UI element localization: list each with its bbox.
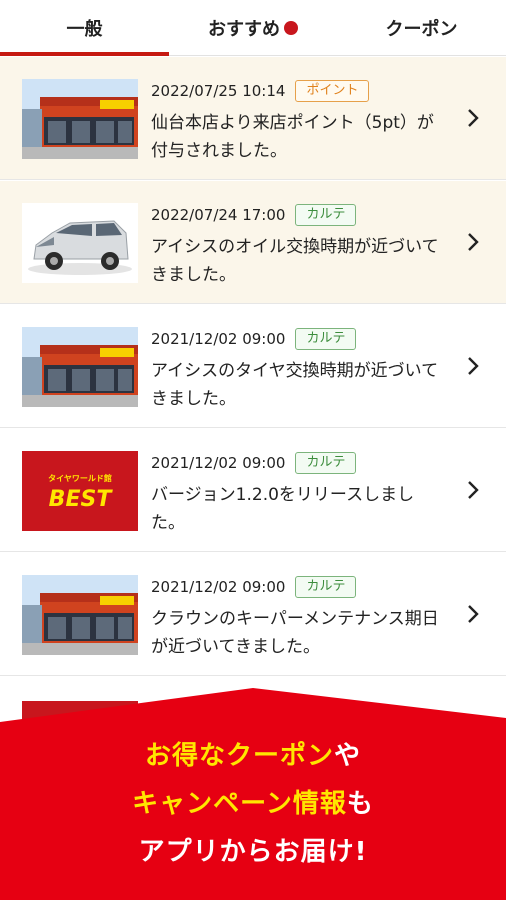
store-photo — [22, 327, 138, 407]
notification-row[interactable]: 2021/12/02 09:00 カルテ アイシスのタイヤ交換時期が近づいてきま… — [0, 305, 506, 428]
chevron-right-icon — [468, 481, 479, 499]
notification-message: クラウンのキーパーメンテナンス期日が近づいてきました。 — [151, 609, 439, 657]
category-badge: カルテ — [295, 452, 357, 474]
tab-recommended-label: おすすめ — [208, 19, 280, 40]
notification-message: アイシスのタイヤ交換時期が近づいてきました。 — [151, 361, 439, 409]
category-badge: カルテ — [295, 204, 357, 226]
promo-banner[interactable]: お得なクーポンや キャンペーン情報も アプリからお届け! — [0, 688, 506, 900]
notification-meta: 2022/07/25 10:14 ポイント — [151, 79, 370, 103]
notification-row[interactable]: 2021/12/02 09:00 カルテ クラウンのキーパーメンテナンス期日が近… — [0, 553, 506, 676]
notification-row[interactable]: 2022/07/24 17:00 カルテ アイシスのオイル交換時期が近づいてきま… — [0, 181, 506, 304]
chevron-right-icon — [468, 605, 479, 623]
notification-date: 2022/07/24 17:00 — [151, 206, 286, 224]
notification-message: バージョン1.2.0をリリースしました。 — [151, 485, 415, 533]
notification-date: 2021/12/02 09:00 — [151, 578, 286, 596]
notification-meta: 2021/12/02 09:00 カルテ — [151, 327, 357, 351]
category-badge: カルテ — [295, 328, 357, 350]
notification-date: 2021/12/02 09:00 — [151, 330, 286, 348]
active-tab-indicator — [0, 52, 169, 56]
tab-recommended[interactable]: おすすめ — [169, 0, 337, 56]
banner-text: お得なクーポンや キャンペーン情報も アプリからお届け! — [0, 732, 506, 876]
category-badge: ポイント — [295, 80, 370, 102]
tab-general[interactable]: 一般 — [0, 0, 169, 56]
banner-line-1-highlight: お得なクーポン — [144, 741, 334, 771]
unread-dot-icon — [284, 21, 298, 35]
store-photo — [22, 575, 138, 655]
tab-bar: 一般 おすすめ クーポン — [0, 0, 506, 56]
chevron-right-icon — [468, 109, 479, 127]
car-photo — [22, 203, 138, 283]
notification-row[interactable]: 2022/07/25 10:14 ポイント 仙台本店より来店ポイント（5pt）が… — [0, 57, 506, 180]
banner-line-1: お得なクーポンや — [0, 732, 506, 780]
tab-coupon[interactable]: クーポン — [337, 0, 506, 56]
banner-line-2: キャンペーン情報も — [0, 780, 506, 828]
banner-line-2-highlight: キャンペーン情報 — [132, 789, 347, 819]
banner-line-1-suffix: や — [334, 741, 362, 771]
notification-meta: 2021/12/02 09:00 カルテ — [151, 451, 357, 475]
notification-date: 2021/12/02 09:00 — [151, 454, 286, 472]
banner-line-3: アプリからお届け! — [138, 837, 368, 867]
chevron-right-icon — [468, 233, 479, 251]
banner-line-2-suffix: も — [346, 789, 374, 819]
notification-meta: 2021/12/02 09:00 カルテ — [151, 575, 357, 599]
store-photo — [22, 79, 138, 159]
notification-message: アイシスのオイル交換時期が近づいてきました。 — [151, 237, 439, 285]
notification-date: 2022/07/25 10:14 — [151, 82, 286, 100]
tab-coupon-label: クーポン — [385, 19, 458, 40]
tab-general-label: 一般 — [66, 19, 103, 40]
best-logo: タイヤワールド館 BEST — [22, 451, 138, 531]
notification-row[interactable]: タイヤワールド館 BEST 2021/12/02 09:00 カルテ バージョン… — [0, 429, 506, 552]
notification-message: 仙台本店より来店ポイント（5pt）が付与されました。 — [151, 113, 434, 161]
logo-big-text: BEST — [49, 487, 114, 512]
chevron-right-icon — [468, 357, 479, 375]
notification-meta: 2022/07/24 17:00 カルテ — [151, 203, 357, 227]
logo-small-text: タイヤワールド館 — [48, 473, 112, 483]
category-badge: カルテ — [295, 576, 357, 598]
